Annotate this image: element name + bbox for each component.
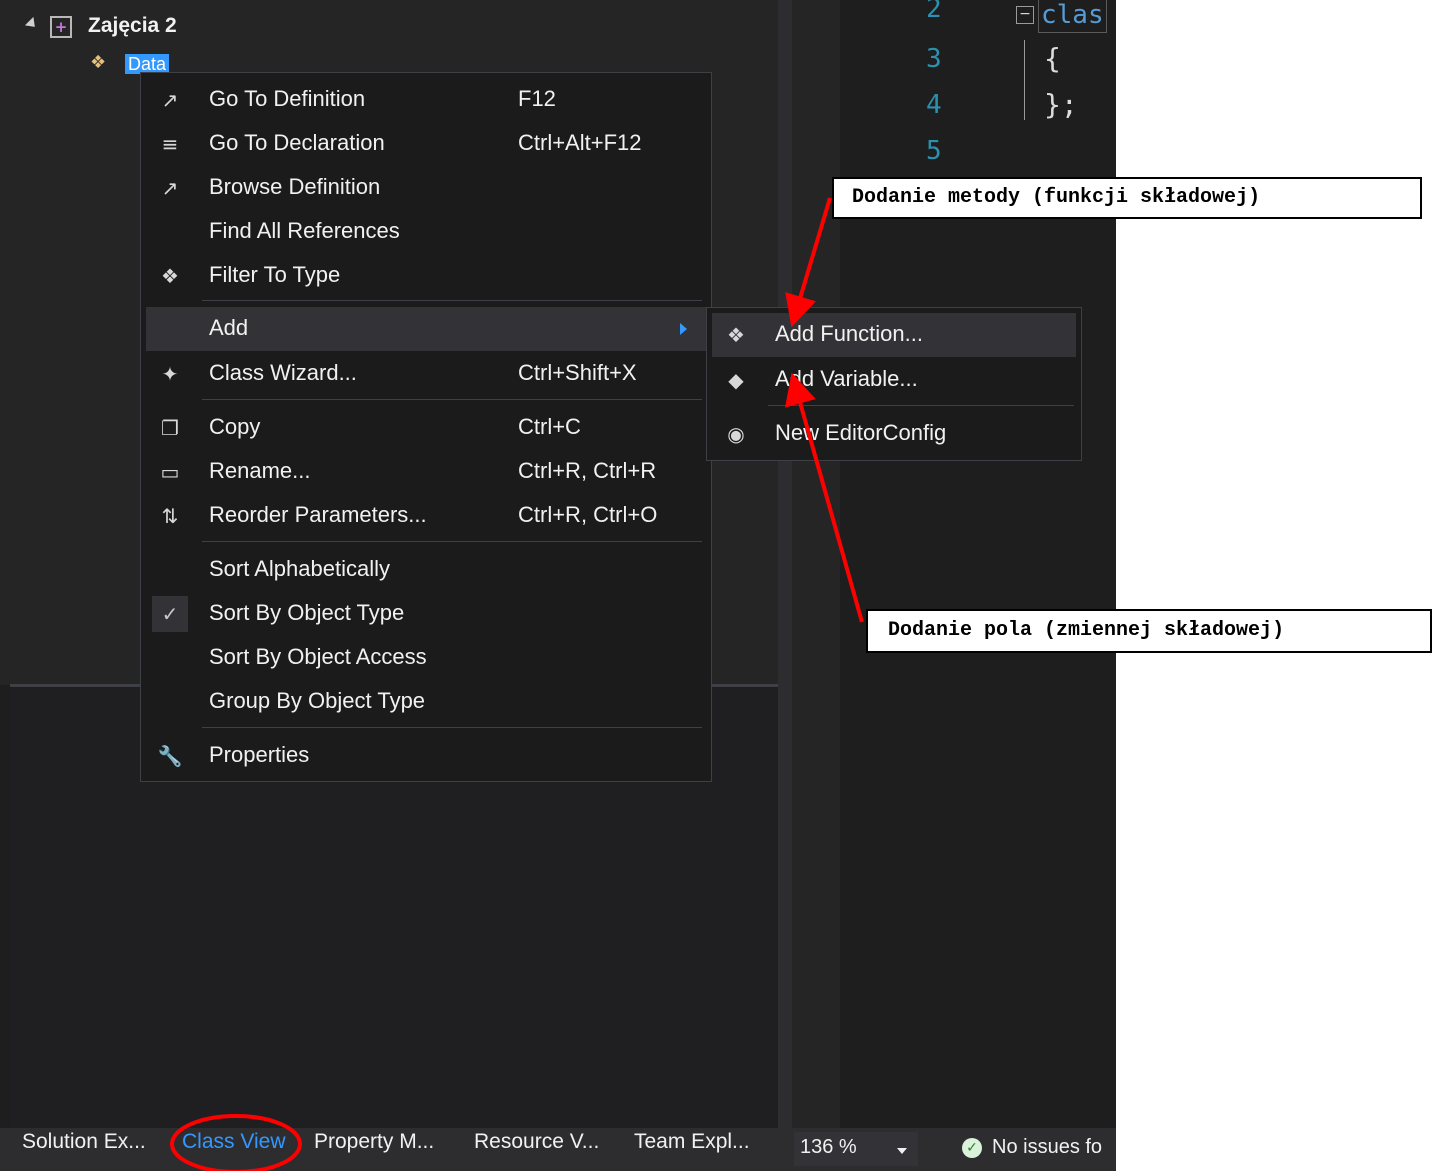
chevron-down-icon[interactable]	[897, 1148, 907, 1154]
menu-item-rename[interactable]: ▭ Rename... Ctrl+R, Ctrl+R	[146, 450, 708, 494]
menu-item-shortcut: Ctrl+Alt+F12	[518, 130, 642, 155]
menu-item-label: Properties	[209, 742, 310, 767]
reorder-parameters-icon: ⇅	[161, 504, 179, 528]
menu-item-browse-definition[interactable]: ↗ Browse Definition	[146, 166, 708, 210]
code-close-brace: };	[1044, 88, 1078, 121]
menu-separator	[202, 300, 702, 301]
code-editor[interactable]	[792, 0, 1116, 1128]
line-number-gutter	[792, 0, 840, 1128]
wrench-icon: 🔧	[157, 744, 183, 768]
menu-item-label: Sort By Object Type	[209, 600, 405, 625]
tree-project-label[interactable]: Zajęcia 2	[88, 14, 177, 38]
filter-type-icon: ❖	[161, 264, 179, 288]
menu-item-label: Rename...	[209, 458, 311, 483]
line-number: 3	[926, 44, 942, 74]
menu-item-go-to-declaration[interactable]: ≡ Go To Declaration Ctrl+Alt+F12	[146, 122, 708, 166]
menu-item-go-to-definition[interactable]: ↗ Go To Definition F12	[146, 78, 708, 122]
tab-property-manager[interactable]: Property M...	[314, 1130, 434, 1154]
menu-item-find-all-references[interactable]: Find All References	[146, 210, 708, 254]
tab-solution-explorer[interactable]: Solution Ex...	[22, 1130, 146, 1154]
menu-separator	[202, 399, 702, 400]
tab-resource-view[interactable]: Resource V...	[474, 1130, 599, 1154]
menu-item-filter-to-type[interactable]: ❖ Filter To Type	[146, 254, 708, 298]
menu-item-sort-by-object-access[interactable]: Sort By Object Access	[146, 636, 708, 680]
menu-item-sort-alphabetically[interactable]: Sort Alphabetically	[146, 548, 708, 592]
zoom-value: 136 %	[800, 1136, 857, 1158]
menu-separator	[202, 727, 702, 728]
submenu-item-label: Add Variable...	[775, 366, 918, 391]
line-number: 4	[926, 90, 942, 120]
menu-separator	[768, 405, 1074, 406]
line-number: 2	[926, 0, 942, 24]
menu-item-label: Go To Declaration	[209, 130, 385, 155]
menu-item-label: Filter To Type	[209, 262, 341, 287]
rename-icon: ▭	[160, 460, 180, 484]
menu-item-label: Sort Alphabetically	[209, 556, 390, 581]
menu-separator	[202, 541, 702, 542]
menu-item-label: Add	[209, 315, 249, 340]
submenu-item-add-function[interactable]: ❖ Add Function...	[712, 313, 1076, 357]
menu-item-label: Browse Definition	[209, 174, 381, 199]
code-class-keyword: clas	[1038, 0, 1107, 33]
menu-item-label: Group By Object Type	[209, 688, 426, 713]
copy-icon: ❐	[161, 416, 179, 440]
check-circle-icon: ✓	[962, 1138, 982, 1158]
submenu-item-label: Add Function...	[775, 321, 923, 346]
go-to-declaration-icon: ≡	[161, 132, 179, 156]
line-number: 5	[926, 136, 942, 166]
menu-item-class-wizard[interactable]: ✦ Class Wizard... Ctrl+Shift+X	[146, 352, 708, 396]
menu-item-label: Copy	[209, 414, 261, 439]
menu-item-label: Class Wizard...	[209, 360, 357, 385]
tree-class-label[interactable]: Data	[125, 54, 170, 74]
menu-item-shortcut: Ctrl+C	[518, 414, 581, 439]
menu-item-shortcut: Ctrl+R, Ctrl+O	[518, 502, 658, 527]
submenu-arrow-icon	[680, 323, 687, 335]
menu-item-add[interactable]: Add	[146, 307, 708, 351]
editorconfig-icon: ◉	[727, 422, 745, 446]
collapse-icon[interactable]: −	[1016, 6, 1034, 24]
menu-item-label: Reorder Parameters...	[209, 502, 427, 527]
menu-item-sort-by-object-type[interactable]: Sort By Object Type	[146, 592, 708, 636]
code-open-brace: {	[1044, 42, 1061, 75]
project-icon: +	[50, 16, 72, 38]
menu-item-group-by-object-type[interactable]: Group By Object Type	[146, 680, 708, 724]
method-callout: Dodanie metody (funkcji składowej)	[832, 177, 1422, 219]
submenu-item-add-variable[interactable]: ◆ Add Variable...	[712, 358, 1076, 402]
menu-item-shortcut: Ctrl+Shift+X	[518, 360, 637, 385]
menu-item-reorder-parameters[interactable]: ⇅ Reorder Parameters... Ctrl+R, Ctrl+O	[146, 494, 708, 538]
browse-definition-icon: ↗	[161, 176, 179, 200]
field-callout: Dodanie pola (zmiennej składowej)	[866, 609, 1432, 653]
add-function-icon: ❖	[727, 323, 745, 347]
class-icon: ❖	[90, 52, 107, 73]
submenu-item-label: New EditorConfig	[775, 420, 947, 445]
menu-item-shortcut: F12	[518, 86, 556, 111]
issues-status[interactable]: No issues fo	[992, 1136, 1116, 1159]
add-variable-icon: ◆	[728, 368, 744, 392]
menu-item-label: Sort By Object Access	[209, 644, 427, 669]
class-wizard-icon: ✦	[161, 362, 179, 386]
submenu-item-new-editorconfig[interactable]: ◉ New EditorConfig	[712, 412, 1076, 456]
go-to-definition-icon: ↗	[161, 88, 179, 112]
menu-item-copy[interactable]: ❐ Copy Ctrl+C	[146, 406, 708, 450]
tab-team-explorer[interactable]: Team Expl...	[634, 1130, 750, 1154]
menu-item-label: Find All References	[209, 218, 400, 243]
menu-item-shortcut: Ctrl+R, Ctrl+R	[518, 458, 657, 483]
fold-guide	[1024, 40, 1025, 120]
menu-item-properties[interactable]: 🔧 Properties	[146, 734, 708, 778]
menu-item-label: Go To Definition	[209, 86, 366, 111]
tab-class-view[interactable]: Class View	[182, 1130, 285, 1154]
panel-scrollbar[interactable]	[778, 0, 792, 1128]
